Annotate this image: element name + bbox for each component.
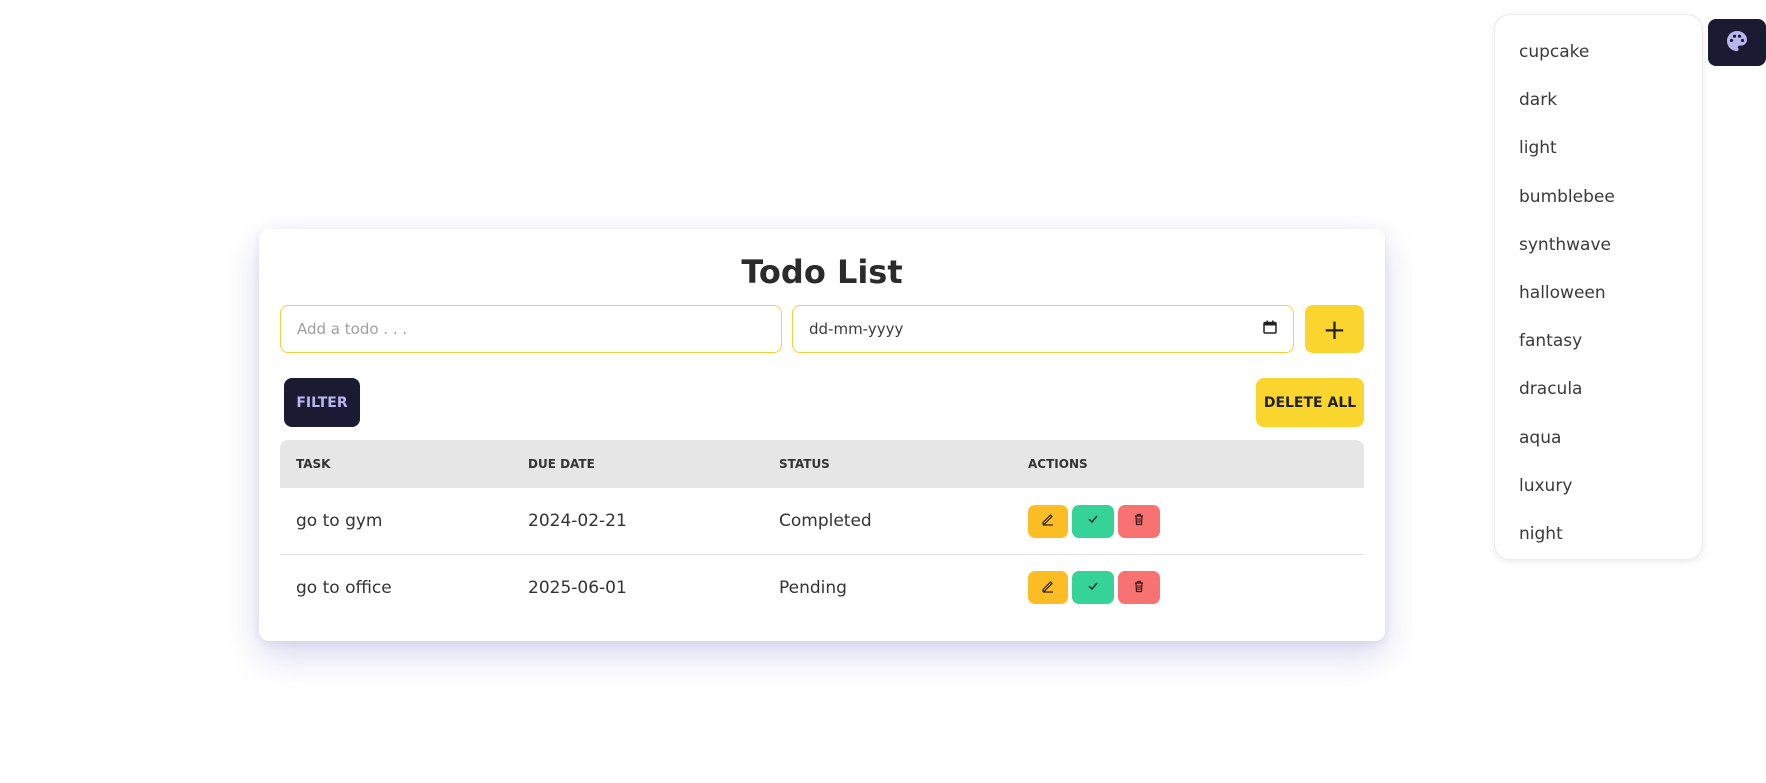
trash-icon — [1132, 511, 1146, 531]
task-cell: go to office — [296, 577, 392, 598]
header-task: TASK — [296, 457, 331, 471]
status-cell: Pending — [779, 577, 847, 598]
check-icon — [1086, 511, 1100, 531]
filter-button[interactable]: FILTER — [284, 378, 360, 427]
theme-menu: cupcake dark light bumblebee synthwave h… — [1494, 14, 1703, 560]
todo-table: TASK DUE DATE STATUS ACTIONS go to gym 2… — [280, 440, 1364, 620]
actions-cell — [1028, 504, 1364, 538]
table-row: go to gym 2024-02-21 Completed — [280, 488, 1364, 554]
date-input-placeholder: dd-mm-yyyy — [809, 320, 904, 338]
edit-button[interactable] — [1028, 504, 1068, 538]
pencil-icon — [1041, 578, 1055, 598]
actions-cell — [1028, 571, 1364, 604]
theme-item-fantasy[interactable]: fantasy — [1495, 317, 1702, 365]
todo-input[interactable]: Add a todo . . . — [280, 305, 782, 353]
calendar-icon[interactable] — [1263, 320, 1277, 338]
add-todo-button[interactable]: + — [1305, 305, 1364, 353]
theme-item-cupcake[interactable]: cupcake — [1495, 28, 1702, 76]
theme-item-dracula[interactable]: dracula — [1495, 365, 1702, 413]
edit-button[interactable] — [1028, 571, 1068, 604]
due-date-cell: 2025-06-01 — [528, 577, 627, 598]
theme-item-light[interactable]: light — [1495, 124, 1702, 172]
todo-input-placeholder: Add a todo . . . — [297, 320, 408, 338]
delete-all-button[interactable]: DELETE ALL — [1256, 378, 1364, 427]
theme-item-aqua[interactable]: aqua — [1495, 414, 1702, 462]
trash-icon — [1132, 578, 1146, 598]
theme-item-bumblebee[interactable]: bumblebee — [1495, 173, 1702, 221]
table-row: go to office 2025-06-01 Pending — [280, 554, 1364, 620]
status-cell: Completed — [779, 511, 872, 531]
complete-button[interactable] — [1072, 571, 1114, 604]
delete-button[interactable] — [1118, 571, 1160, 604]
theme-toggle-button[interactable] — [1708, 19, 1766, 66]
complete-button[interactable] — [1072, 504, 1114, 538]
theme-item-halloween[interactable]: halloween — [1495, 269, 1702, 317]
due-date-input[interactable]: dd-mm-yyyy — [792, 305, 1294, 353]
delete-button[interactable] — [1118, 504, 1160, 538]
theme-item-dark[interactable]: dark — [1495, 76, 1702, 124]
header-actions: ACTIONS — [1028, 457, 1088, 471]
header-status: STATUS — [779, 457, 830, 471]
todo-card: Todo List Add a todo . . . dd-mm-yyyy + … — [259, 229, 1385, 641]
check-icon — [1086, 578, 1100, 598]
palette-icon — [1725, 29, 1749, 57]
theme-item-synthwave[interactable]: synthwave — [1495, 221, 1702, 269]
pencil-icon — [1041, 511, 1055, 531]
task-cell: go to gym — [296, 511, 383, 531]
header-due-date: DUE DATE — [528, 457, 595, 471]
page-title: Todo List — [741, 253, 903, 291]
plus-icon: + — [1322, 312, 1347, 346]
theme-item-luxury[interactable]: luxury — [1495, 462, 1702, 510]
due-date-cell: 2024-02-21 — [528, 511, 627, 531]
table-header: TASK DUE DATE STATUS ACTIONS — [280, 440, 1364, 488]
theme-item-night[interactable]: night — [1495, 510, 1702, 558]
